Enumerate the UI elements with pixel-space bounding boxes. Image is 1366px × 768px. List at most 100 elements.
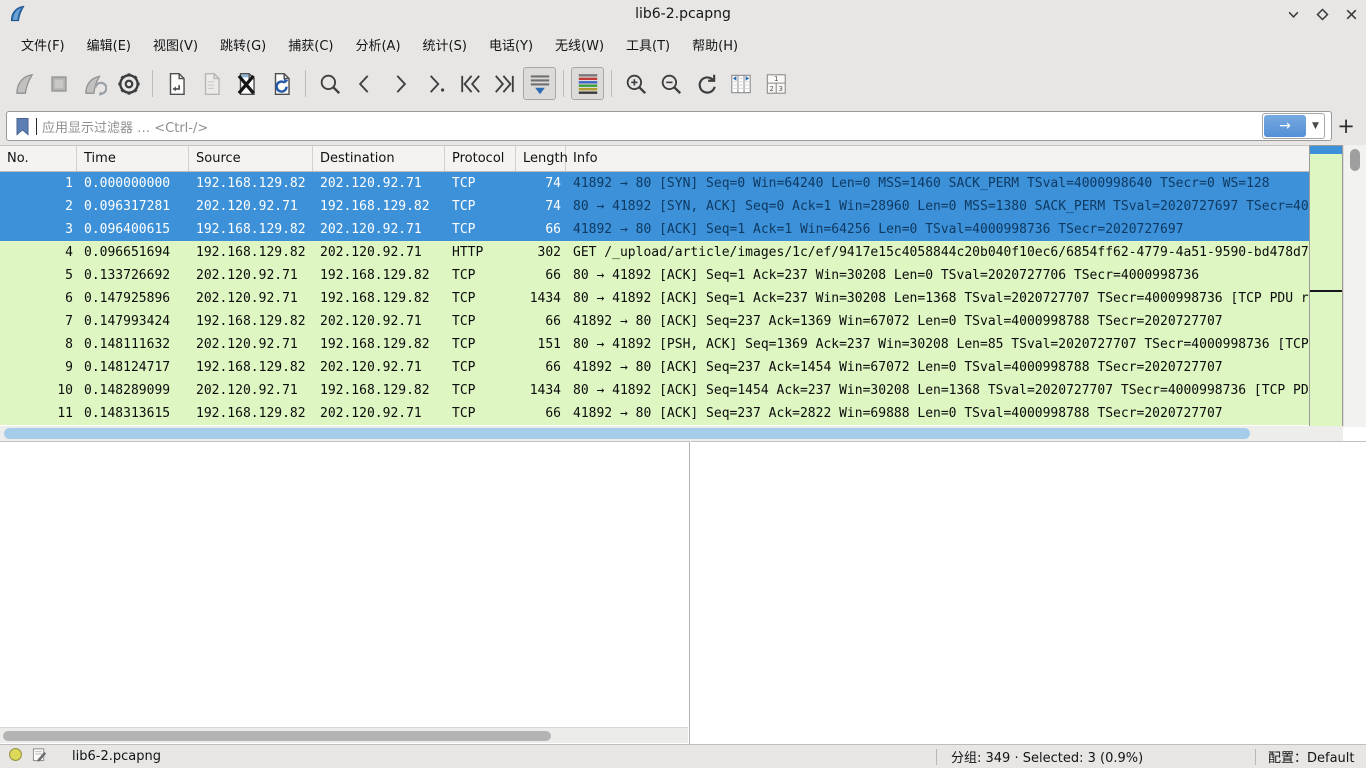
packet-row[interactable]: 80.148111632202.120.92.71192.168.129.82T… [0,333,1309,356]
display-filter-input[interactable]: 应用显示过滤器 … <Ctrl-/> → ▼ [6,111,1332,141]
cell-proto: TCP [445,287,516,310]
packet-row[interactable]: 40.096651694192.168.129.82202.120.92.71H… [0,241,1309,264]
menu-item-9[interactable]: 工具(T) [615,31,681,58]
filter-placeholder: 应用显示过滤器 … <Ctrl-/> [42,117,1262,136]
cell-len: 74 [516,172,566,195]
vertical-scrollbar-thumb[interactable] [1350,149,1360,171]
capture-comment-icon[interactable] [32,747,47,766]
double-chevron-first-icon [457,71,483,97]
magnifier-minus-icon [658,71,684,97]
menu-item-6[interactable]: 统计(S) [412,31,478,58]
reset-arrow-icon [693,71,719,97]
zoom-out-button[interactable] [654,67,687,100]
menu-item-7[interactable]: 电话(Y) [478,31,544,58]
colorize-button[interactable] [571,67,604,100]
cell-no: 2 [0,195,77,218]
expert-info-icon[interactable] [8,747,23,766]
autoscroll-lines-icon [527,71,553,97]
zoom-reset-button[interactable] [689,67,722,100]
go-to-packet-button[interactable] [418,67,451,100]
packet-minimap[interactable] [1309,145,1343,427]
cell-src: 192.168.129.82 [189,218,313,241]
menu-item-5[interactable]: 分析(A) [344,31,411,58]
go-forward-button[interactable] [383,67,416,100]
cell-time: 0.147993424 [77,310,189,333]
menu-item-3[interactable]: 跳转(G) [209,31,277,58]
find-packet-button[interactable] [313,67,346,100]
packet-row[interactable]: 30.096400615192.168.129.82202.120.92.71T… [0,218,1309,241]
colorize-lines-icon [575,71,601,97]
column-header-protocol[interactable]: Protocol [445,146,516,171]
close-file-button[interactable] [230,67,263,100]
cell-info: 80 → 41892 [ACK] Seq=1 Ack=237 Win=30208… [566,264,1309,287]
filter-bookmark-icon[interactable] [15,117,30,136]
go-back-button[interactable] [348,67,381,100]
reload-file-button[interactable] [265,67,298,100]
cell-time: 0.147925896 [77,287,189,310]
add-filter-button-plus[interactable]: + [1332,109,1360,143]
column-header-destination[interactable]: Destination [313,146,445,171]
cell-no: 8 [0,333,77,356]
cell-src: 202.120.92.71 [189,379,313,402]
packet-row[interactable]: 10.000000000192.168.129.82202.120.92.71T… [0,172,1309,195]
window-title: lib6-2.pcapng [0,6,1366,22]
go-first-button[interactable] [453,67,486,100]
packet-row[interactable]: 110.148313615192.168.129.82202.120.92.71… [0,402,1309,425]
cell-len: 151 [516,333,566,356]
menu-item-2[interactable]: 视图(V) [142,31,209,58]
packet-list-hscrollbar-thumb[interactable] [4,428,1250,439]
toolbar-separator [611,70,612,97]
resize-columns-button[interactable] [724,67,757,100]
packet-list-hscrollbar[interactable] [0,426,1343,441]
menu-item-0[interactable]: 文件(F) [10,31,76,58]
details-hscrollbar-thumb[interactable] [3,731,551,741]
packet-row[interactable]: 20.096317281202.120.92.71192.168.129.82T… [0,195,1309,218]
cell-proto: TCP [445,379,516,402]
menu-item-10[interactable]: 帮助(H) [681,31,749,58]
menu-item-8[interactable]: 无线(W) [544,31,615,58]
shark-fin-icon [11,71,37,97]
menu-item-1[interactable]: 编辑(E) [76,31,142,58]
filter-history-dropdown[interactable]: ▼ [1307,121,1324,131]
vertical-scrollbar[interactable] [1343,145,1366,427]
column-header-no[interactable]: No. [0,146,77,171]
cell-dst: 202.120.92.71 [313,310,445,333]
packet-row[interactable]: 50.133726692202.120.92.71192.168.129.82T… [0,264,1309,287]
capture-options-button[interactable] [112,67,145,100]
minimize-button[interactable] [1286,7,1300,21]
packet-row[interactable]: 100.148289099202.120.92.71192.168.129.82… [0,379,1309,402]
file-save-icon [199,71,225,97]
cell-time: 0.096317281 [77,195,189,218]
maximize-button[interactable] [1315,7,1329,21]
status-packet-count: 分组: 349 · Selected: 3 (0.9%) [937,747,1255,766]
zoom-in-button[interactable] [619,67,652,100]
packet-row[interactable]: 60.147925896202.120.92.71192.168.129.82T… [0,287,1309,310]
column-header-source[interactable]: Source [189,146,313,171]
menu-item-4[interactable]: 捕获(C) [277,31,344,58]
packet-row[interactable]: 70.147993424192.168.129.82202.120.92.71T… [0,310,1309,333]
column-header-info[interactable]: Info [566,146,1309,171]
resize-columns-icon [728,71,754,97]
save-file-button [195,67,228,100]
cell-proto: HTTP [445,241,516,264]
menu-bar: 文件(F)编辑(E)视图(V)跳转(G)捕获(C)分析(A)统计(S)电话(Y)… [0,28,1366,60]
auto-scroll-button[interactable] [523,67,556,100]
cell-no: 1 [0,172,77,195]
column-header-length[interactable]: Length [516,146,566,171]
close-button[interactable] [1344,7,1358,21]
layout-123-button[interactable]: 123 [759,67,792,100]
status-profile[interactable]: 配置：Default [1256,747,1366,766]
cell-src: 192.168.129.82 [189,402,313,425]
details-hscrollbar[interactable] [0,727,688,743]
cell-len: 1434 [516,379,566,402]
apply-filter-button[interactable]: → [1264,115,1306,137]
go-last-button[interactable] [488,67,521,100]
cell-no: 4 [0,241,77,264]
column-header-time[interactable]: Time [77,146,189,171]
cell-len: 66 [516,356,566,379]
cell-dst: 192.168.129.82 [313,379,445,402]
packet-row[interactable]: 90.148124717192.168.129.82202.120.92.71T… [0,356,1309,379]
shark-fin-restart-icon [81,71,107,97]
open-file-button[interactable] [160,67,193,100]
cell-src: 192.168.129.82 [189,356,313,379]
